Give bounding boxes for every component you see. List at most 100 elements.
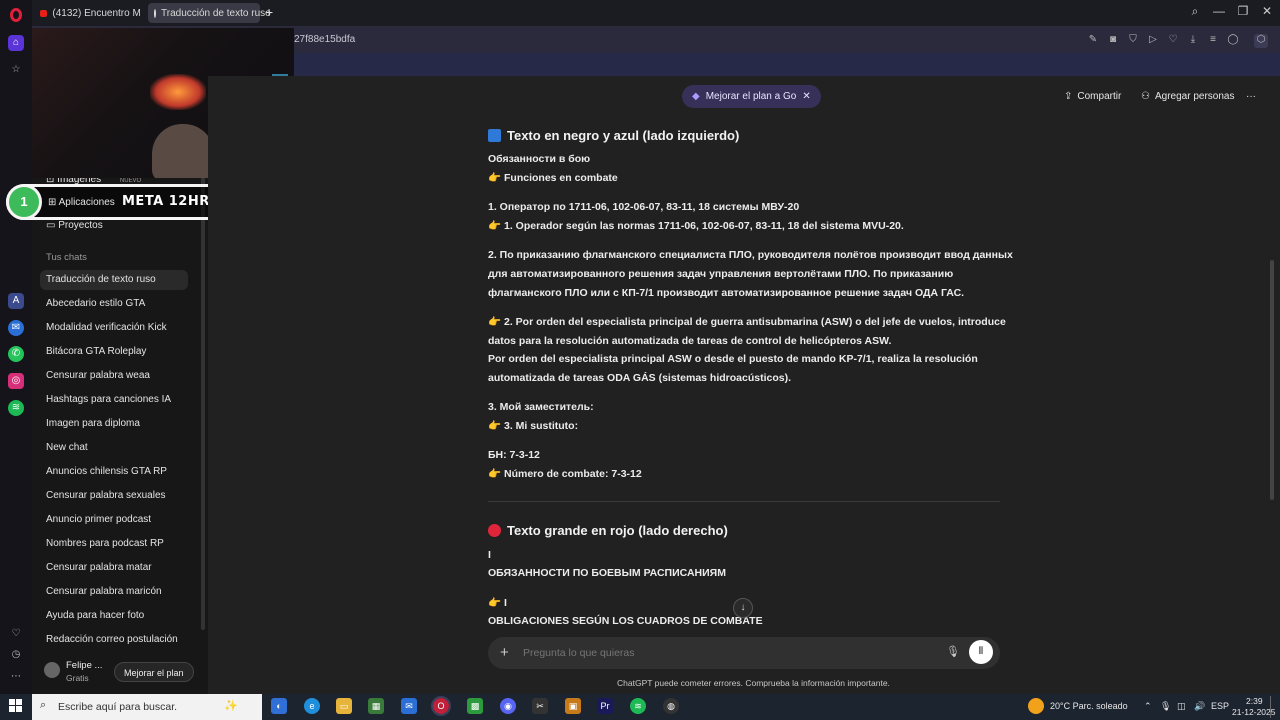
- pointing-hand-icon: 👉: [488, 172, 504, 184]
- chat-list-item[interactable]: Censurar palabra maricón: [46, 582, 194, 602]
- sparkle-decor-icon: ✨: [224, 700, 238, 712]
- star-icon[interactable]: ☆: [8, 62, 24, 78]
- search-tabs-icon[interactable]: ⌕: [1186, 4, 1204, 19]
- attach-plus-icon[interactable]: +: [500, 644, 509, 661]
- aria-icon[interactable]: A: [8, 293, 24, 309]
- taskbar-search-placeholder: Escribe aquí para buscar.: [58, 701, 178, 713]
- chevron-up-icon[interactable]: ⌃: [1144, 701, 1152, 712]
- new-tab-button[interactable]: +: [265, 4, 273, 20]
- clock-time[interactable]: 2:39: [1246, 696, 1263, 706]
- tab-youtube[interactable]: (4132) Encuentro Misiles y: [34, 3, 146, 23]
- language-indicator[interactable]: ESP: [1211, 701, 1229, 711]
- clock-date[interactable]: 21-12-2025: [1232, 707, 1275, 717]
- upgrade-pill-label: Mejorar el plan a Go: [705, 91, 797, 102]
- text-line: I: [488, 549, 491, 561]
- text-line: 👉 3. Mi sustituto:: [488, 420, 579, 432]
- spotify-taskbar-icon[interactable]: ≋: [630, 698, 646, 714]
- discord-icon[interactable]: ◉: [500, 698, 516, 714]
- main-scrollbar[interactable]: [1270, 260, 1274, 500]
- mic-tray-icon[interactable]: 🎙: [1160, 701, 1171, 712]
- fire-graphic: [150, 74, 206, 110]
- text-line: для автоматизированного решения задач уп…: [488, 268, 954, 280]
- chat-list-item[interactable]: Censurar palabra weaa: [46, 366, 194, 386]
- red-circle-icon: [488, 524, 501, 537]
- close-window-button[interactable]: ✕: [1258, 4, 1276, 18]
- chat-list-item[interactable]: Bitácora GTA Roleplay: [46, 342, 194, 362]
- user-plan: Gratis: [66, 673, 89, 683]
- premiere-icon[interactable]: Pr: [597, 698, 613, 714]
- microphone-icon[interactable]: 🎙: [946, 645, 960, 658]
- minimize-button[interactable]: —: [1210, 4, 1228, 18]
- heart-icon[interactable]: ♡: [1167, 34, 1179, 46]
- text-line: OBLIGACIONES SEGÚN LOS CUADROS DE COMBAT…: [488, 615, 763, 627]
- chat-list-item[interactable]: Ayuda para hacer foto: [46, 606, 194, 626]
- whatsapp-icon[interactable]: ✆: [8, 346, 24, 362]
- mail-icon[interactable]: ✉: [401, 698, 417, 714]
- home-icon[interactable]: ⌂: [8, 35, 24, 51]
- play-icon[interactable]: ▷: [1147, 34, 1159, 46]
- minecraft-icon[interactable]: ▩: [467, 698, 483, 714]
- chats-section-title: Tus chats: [46, 252, 87, 263]
- url-text[interactable]: 27f88e15bdfa: [294, 34, 355, 45]
- chat-list-item[interactable]: Nombres para podcast RP: [46, 534, 194, 554]
- close-icon[interactable]: ✕: [802, 85, 810, 108]
- weather-text[interactable]: 20°C Parc. soleado: [1050, 701, 1128, 711]
- voice-mode-icon[interactable]: ⦀: [969, 640, 993, 664]
- chat-list-item[interactable]: Modalidad verificación Kick: [46, 318, 194, 338]
- chat-list-item[interactable]: Redacción correo postulación: [46, 630, 194, 650]
- chat-list-item[interactable]: Hashtags para canciones IA: [46, 390, 194, 410]
- instagram-icon[interactable]: ◎: [8, 373, 24, 389]
- more-sidebar-icon[interactable]: ⋯: [8, 669, 24, 685]
- user-name[interactable]: Felipe ...: [66, 660, 102, 671]
- chat-list-item[interactable]: Anuncios chilensis GTA RP: [46, 462, 194, 482]
- opera-logo-icon[interactable]: [10, 8, 22, 22]
- pointing-hand-icon: 👉: [488, 220, 504, 232]
- text-line: Обязанности в бою: [488, 153, 591, 165]
- upgrade-pill-button[interactable]: ◆ Mejorar el plan a Go ✕: [682, 85, 821, 108]
- volume-icon[interactable]: 🔊: [1194, 701, 1205, 712]
- network-icon[interactable]: ◫: [1177, 701, 1186, 712]
- text-line: 👉 Funciones en combate: [488, 172, 618, 184]
- more-options-button[interactable]: ···: [1246, 91, 1256, 102]
- messenger-icon[interactable]: ✉: [8, 320, 24, 336]
- photo-app-icon[interactable]: ▣: [565, 698, 581, 714]
- edge-icon[interactable]: e: [304, 698, 320, 714]
- store-icon[interactable]: ▦: [368, 698, 384, 714]
- pointing-hand-icon: 👉: [488, 316, 504, 328]
- scroll-down-button[interactable]: ↓: [733, 598, 753, 618]
- heart-sidebar-icon[interactable]: ♡: [8, 626, 24, 642]
- add-people-button[interactable]: ⚇ Agregar personas: [1141, 91, 1234, 102]
- chat-list-item[interactable]: Anuncio primer podcast: [46, 510, 194, 530]
- tab-chatgpt[interactable]: Traducción de texto ruso: [148, 3, 271, 23]
- copilot-icon[interactable]: ◐: [271, 698, 287, 714]
- share-button[interactable]: ⇪ Compartir: [1064, 91, 1121, 102]
- prompt-input[interactable]: [523, 647, 923, 659]
- edit-icon[interactable]: ✎: [1087, 34, 1099, 46]
- text-line: datos para la resolución automatizada de…: [488, 335, 892, 347]
- obs-icon[interactable]: ◍: [663, 698, 679, 714]
- chat-list-item[interactable]: Censurar palabra sexuales: [46, 486, 194, 506]
- history-icon[interactable]: ◷: [8, 647, 24, 663]
- windows-start-icon[interactable]: [8, 698, 24, 714]
- shield-icon[interactable]: ⛉: [1127, 34, 1139, 46]
- chat-list-item[interactable]: Abecedario estilo GTA: [46, 294, 194, 314]
- chatgpt-icon: [154, 8, 156, 18]
- show-desktop-button[interactable]: [1270, 696, 1271, 718]
- opera-taskbar-icon[interactable]: O: [431, 696, 451, 716]
- chat-list-item[interactable]: Traducción de texto ruso: [40, 270, 188, 290]
- text-line: 👉 Número de combate: 7-3-12: [488, 468, 642, 480]
- chat-list-item[interactable]: New chat: [46, 438, 194, 458]
- maximize-button[interactable]: ❐: [1234, 4, 1252, 18]
- extensions-icon[interactable]: ⬡: [1254, 34, 1268, 48]
- chat-list-item[interactable]: Censurar palabra matar: [46, 558, 194, 578]
- sidebar-upgrade-button[interactable]: Mejorar el plan: [114, 662, 194, 682]
- file-explorer-icon[interactable]: ▭: [336, 698, 352, 714]
- menu-icon[interactable]: ≡: [1207, 34, 1219, 46]
- capcut-icon[interactable]: ✂: [532, 698, 548, 714]
- camera-icon[interactable]: ◙: [1107, 34, 1119, 46]
- avatar[interactable]: [44, 662, 60, 678]
- spotify-icon[interactable]: ≋: [8, 400, 24, 416]
- chat-list-item[interactable]: Imagen para diploma: [46, 414, 194, 434]
- download-icon[interactable]: ⤓: [1187, 34, 1199, 46]
- profile-icon[interactable]: ◯: [1227, 34, 1239, 46]
